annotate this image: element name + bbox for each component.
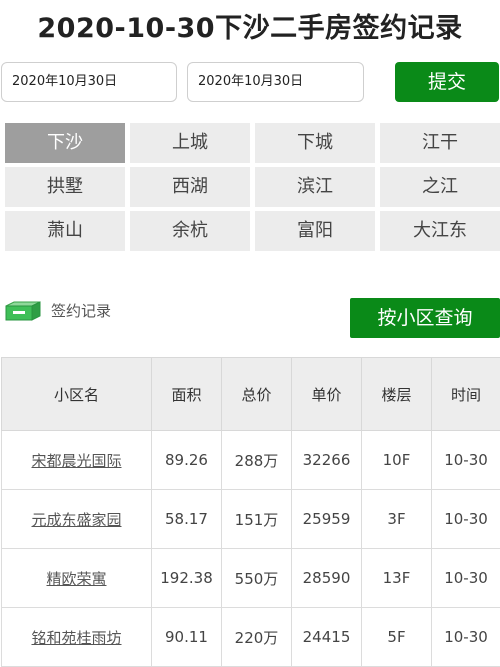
district-tab-fuyang[interactable]: 富阳 bbox=[255, 211, 375, 251]
table-row: 精欧荣寓 192.38 550万 28590 13F 10-30 bbox=[2, 549, 500, 608]
total-price-cell: 151万 bbox=[222, 490, 292, 549]
district-tab-xihu[interactable]: 西湖 bbox=[130, 167, 250, 207]
total-price-cell: 220万 bbox=[222, 608, 292, 667]
district-tab-zhijiang[interactable]: 之江 bbox=[380, 167, 500, 207]
district-tab-binjiang[interactable]: 滨江 bbox=[255, 167, 375, 207]
community-name-link[interactable]: 宋都晨光国际 bbox=[2, 431, 152, 490]
records-table: 小区名 面积 总价 单价 楼层 时间 宋都晨光国际 89.26 288万 322… bbox=[1, 357, 500, 667]
table-row: 元成东盛家园 58.17 151万 25959 3F 10-30 bbox=[2, 490, 500, 549]
community-name-link[interactable]: 铭和苑桂雨坊 bbox=[2, 608, 152, 667]
submit-button[interactable]: 提交 bbox=[395, 62, 499, 102]
column-header: 小区名 bbox=[2, 358, 152, 431]
end-date-field[interactable]: 2020年10月30日 bbox=[187, 62, 364, 102]
date-cell: 10-30 bbox=[432, 608, 500, 667]
floor-cell: 10F bbox=[362, 431, 432, 490]
unit-price-cell: 28590 bbox=[292, 549, 362, 608]
floor-cell: 3F bbox=[362, 490, 432, 549]
start-date-field[interactable]: 2020年10月30日 bbox=[1, 62, 177, 102]
floor-cell: 13F bbox=[362, 549, 432, 608]
total-price-cell: 550万 bbox=[222, 549, 292, 608]
district-tab-yuhang[interactable]: 余杭 bbox=[130, 211, 250, 251]
community-name-link[interactable]: 精欧荣寓 bbox=[2, 549, 152, 608]
date-cell: 10-30 bbox=[432, 431, 500, 490]
query-by-community-button[interactable]: 按小区查询 bbox=[350, 298, 500, 338]
date-cell: 10-30 bbox=[432, 490, 500, 549]
page-title: 2020-10-30下沙二手房签约记录 bbox=[0, 6, 500, 45]
column-header: 总价 bbox=[222, 358, 292, 431]
column-header: 楼层 bbox=[362, 358, 432, 431]
district-tab-jianggan[interactable]: 江干 bbox=[380, 123, 500, 163]
area-cell: 90.11 bbox=[152, 608, 222, 667]
district-tab-xiasha[interactable]: 下沙 bbox=[5, 123, 125, 163]
district-tab-gongshu[interactable]: 拱墅 bbox=[5, 167, 125, 207]
district-tab-dajiangdong[interactable]: 大江东 bbox=[380, 211, 500, 251]
district-tab-xiaoshan[interactable]: 萧山 bbox=[5, 211, 125, 251]
table-header-row: 小区名 面积 总价 单价 楼层 时间 bbox=[2, 358, 500, 431]
district-tab-xiacheng[interactable]: 下城 bbox=[255, 123, 375, 163]
unit-price-cell: 24415 bbox=[292, 608, 362, 667]
table-row: 宋都晨光国际 89.26 288万 32266 10F 10-30 bbox=[2, 431, 500, 490]
total-price-cell: 288万 bbox=[222, 431, 292, 490]
floor-cell: 5F bbox=[362, 608, 432, 667]
column-header: 单价 bbox=[292, 358, 362, 431]
table-row: 铭和苑桂雨坊 90.11 220万 24415 5F 10-30 bbox=[2, 608, 500, 667]
district-tab-shangcheng[interactable]: 上城 bbox=[130, 123, 250, 163]
column-header: 面积 bbox=[152, 358, 222, 431]
community-name-link[interactable]: 元成东盛家园 bbox=[2, 490, 152, 549]
area-cell: 58.17 bbox=[152, 490, 222, 549]
area-cell: 192.38 bbox=[152, 549, 222, 608]
date-cell: 10-30 bbox=[432, 549, 500, 608]
record-box-icon bbox=[0, 300, 44, 322]
area-cell: 89.26 bbox=[152, 431, 222, 490]
section-label: 签约记录 bbox=[51, 300, 111, 321]
column-header: 时间 bbox=[432, 358, 500, 431]
unit-price-cell: 25959 bbox=[292, 490, 362, 549]
unit-price-cell: 32266 bbox=[292, 431, 362, 490]
